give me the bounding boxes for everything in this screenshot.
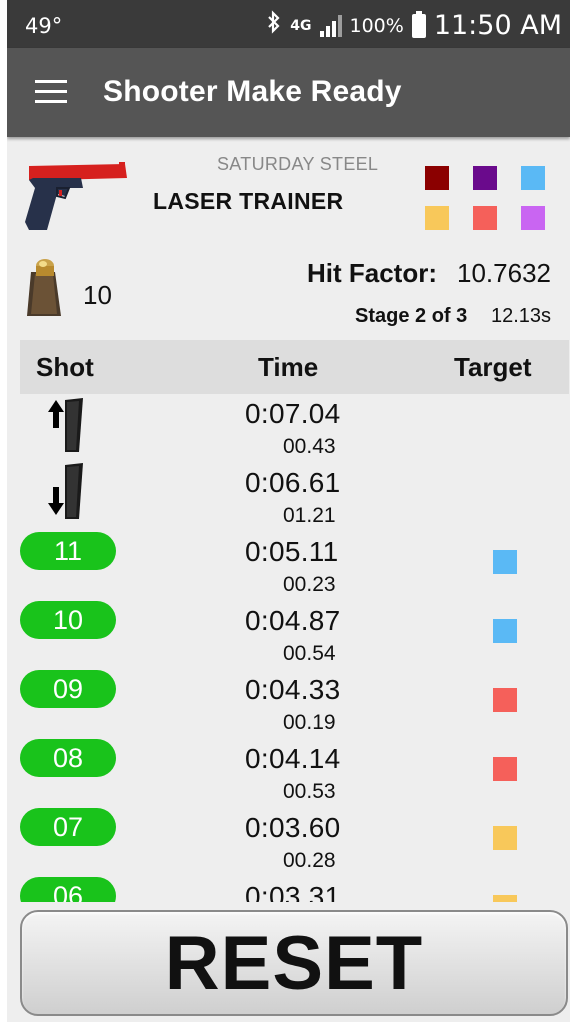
table-row[interactable]: 0:06.61 01.21 xyxy=(7,463,570,532)
split-time: 00.43 xyxy=(283,435,336,458)
round-count: 10 xyxy=(83,280,112,310)
shot-time: 0:04.14 xyxy=(245,743,341,774)
match-name: SATURDAY STEEL xyxy=(217,154,379,174)
stage-label: Stage 2 of 3 xyxy=(355,305,468,327)
stage-time: 12.13s xyxy=(491,305,552,327)
split-time: 00.54 xyxy=(283,642,336,665)
shot-time: 0:04.87 xyxy=(245,605,341,636)
reset-button[interactable]: RESET xyxy=(20,910,568,1016)
split-time: 00.53 xyxy=(283,780,336,803)
shot-number-badge: 10 xyxy=(20,601,116,639)
split-time: 00.28 xyxy=(283,849,336,872)
shot-number-badge: 07 xyxy=(20,808,116,846)
split-time: 01.21 xyxy=(283,504,336,527)
split-time: 00.19 xyxy=(283,711,336,734)
target-swatch[interactable] xyxy=(425,206,449,230)
split-time: 00.23 xyxy=(283,573,336,596)
table-row[interactable]: 07 0:03.60 00.28 xyxy=(7,808,570,877)
magazine-down-icon xyxy=(45,463,89,523)
shot-time: 0:03.60 xyxy=(245,812,341,843)
hit-factor-label: Hit Factor: xyxy=(307,258,437,288)
shot-time: 0:07.04 xyxy=(245,398,341,429)
status-bar: 49° 4G 100% 11:50 AM xyxy=(7,0,570,48)
target-color-marker xyxy=(493,826,517,850)
app-frame: 49° 4G 100% 11:50 AM Shooter Make Ready xyxy=(7,0,570,1022)
target-swatch[interactable] xyxy=(521,206,545,230)
table-row[interactable]: 09 0:04.33 00.19 xyxy=(7,670,570,739)
temperature-text: 49° xyxy=(25,14,63,38)
table-row[interactable]: 0:07.04 00.43 xyxy=(7,394,570,463)
table-row[interactable]: 08 0:04.14 00.53 xyxy=(7,739,570,808)
table-row[interactable]: 10 0:04.87 00.54 xyxy=(7,601,570,670)
shot-time: 0:06.61 xyxy=(245,467,341,498)
shot-time: 0:03.31 xyxy=(245,881,341,902)
column-header-target: Target xyxy=(454,352,532,382)
app-bar: Shooter Make Ready xyxy=(7,48,570,137)
battery-percent: 100% xyxy=(349,14,404,37)
shot-number-badge: 11 xyxy=(20,532,116,570)
gun-name: LASER TRAINER xyxy=(153,188,344,214)
network-type-label: 4G xyxy=(290,17,312,34)
clock-time: 11:50 AM xyxy=(433,10,562,41)
target-color-swatches xyxy=(423,166,553,236)
shot-number-badge: 06 xyxy=(20,877,116,902)
battery-icon xyxy=(411,10,426,38)
table-row[interactable]: 06 0:03.31 xyxy=(7,877,570,902)
signal-icon xyxy=(319,14,342,37)
hit-factor-value: 10.7632 xyxy=(457,258,551,288)
shot-number-badge: 09 xyxy=(20,670,116,708)
target-color-marker xyxy=(493,757,517,781)
target-swatch[interactable] xyxy=(473,166,497,190)
shot-time: 0:05.11 xyxy=(245,536,339,567)
shot-list[interactable]: 0:07.04 00.43 0:06.61 01.21 11 0:05.11 0… xyxy=(7,394,570,902)
target-color-marker xyxy=(493,619,517,643)
magazine-up-icon xyxy=(45,394,89,454)
app-title: Shooter Make Ready xyxy=(103,75,402,108)
target-swatch[interactable] xyxy=(425,166,449,190)
target-color-marker xyxy=(493,688,517,712)
column-header-shot: Shot xyxy=(36,352,94,382)
table-header: Shot Time Target xyxy=(20,340,569,394)
table-row[interactable]: 11 0:05.11 00.23 xyxy=(7,532,570,601)
status-icons: 4G 100% 11:50 AM xyxy=(266,10,562,41)
target-color-marker xyxy=(493,550,517,574)
pistol-image xyxy=(21,158,131,236)
magazine-icon xyxy=(21,258,69,318)
shot-time: 0:04.33 xyxy=(245,674,341,705)
hamburger-menu-icon[interactable] xyxy=(35,80,67,104)
target-swatch[interactable] xyxy=(473,206,497,230)
target-color-marker xyxy=(493,895,517,902)
bluetooth-icon xyxy=(266,10,282,41)
shot-number-badge: 08 xyxy=(20,739,116,777)
column-header-time: Time xyxy=(258,352,319,382)
target-swatch[interactable] xyxy=(521,166,545,190)
